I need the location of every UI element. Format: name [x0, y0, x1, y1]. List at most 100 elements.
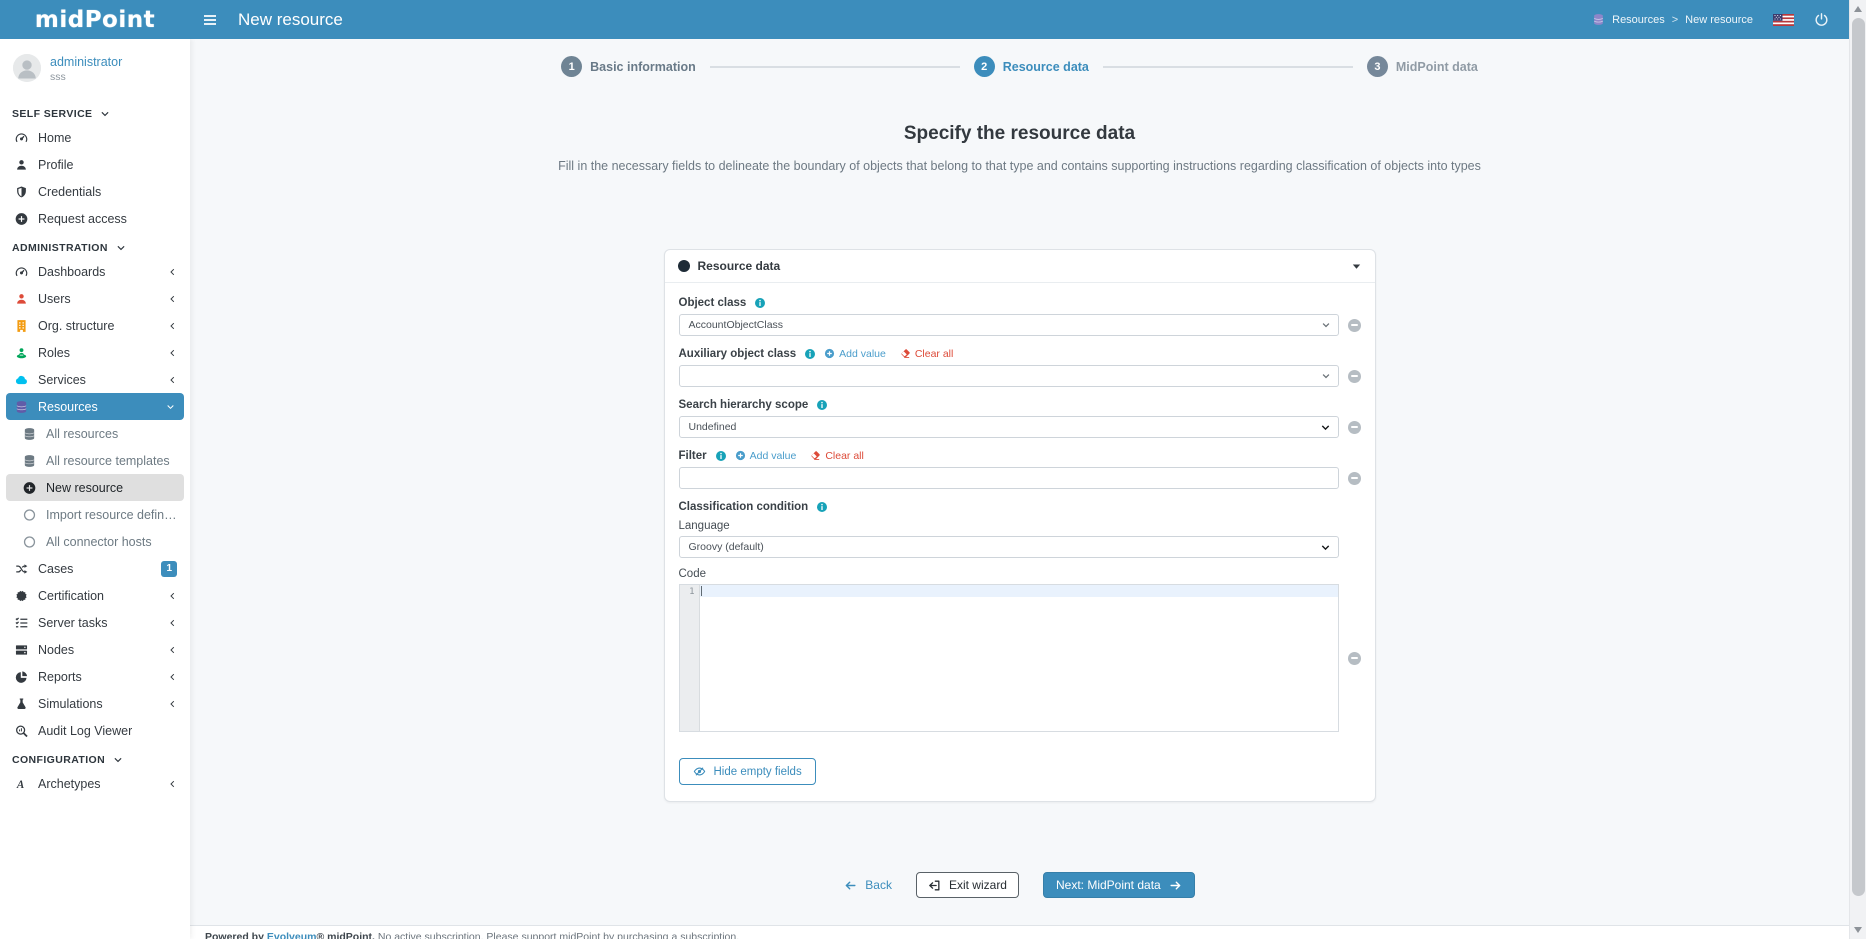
sidebar-item-server-tasks[interactable]: Server tasks — [0, 609, 190, 636]
sidebar-item-resources[interactable]: Resources — [6, 393, 184, 420]
sidebar-item-archetypes[interactable]: AArchetypes — [0, 770, 190, 797]
sidebar-item-all-connector-hosts[interactable]: All connector hosts — [0, 528, 190, 555]
sidebar-item-request-access[interactable]: Request access — [0, 205, 190, 232]
plus-circle-icon — [824, 348, 835, 359]
hide-empty-fields-button[interactable]: Hide empty fields — [679, 758, 816, 785]
auxiliary-object-class-select[interactable] — [679, 365, 1339, 387]
chevron-left-icon — [168, 618, 177, 628]
user-name-link[interactable]: administrator — [50, 55, 122, 69]
text-cursor — [701, 586, 702, 596]
sidebar-item-nodes[interactable]: Nodes — [0, 636, 190, 663]
remove-value-button[interactable] — [1348, 652, 1361, 665]
avatar[interactable] — [13, 54, 41, 82]
sidebar-menu: SELF SERVICEHomeProfileCredentialsReques… — [0, 98, 190, 797]
sidebar-item-roles[interactable]: Roles — [0, 339, 190, 366]
sidebar-item-all-resources[interactable]: All resources — [0, 420, 190, 447]
user-icon — [14, 158, 29, 172]
wizard-navigation: Back Exit wizard Next: MidPoint data — [190, 872, 1849, 898]
exit-wizard-button[interactable]: Exit wizard — [916, 872, 1019, 898]
shuffle-icon — [14, 562, 29, 576]
sidebar-item-home[interactable]: Home — [0, 124, 190, 151]
chevron-left-icon — [168, 645, 177, 655]
add-value-link[interactable]: Add value — [735, 450, 797, 462]
clear-all-link[interactable]: Clear all — [810, 450, 864, 462]
sidebar-item-reports[interactable]: Reports — [0, 663, 190, 690]
code-editor[interactable]: 1 — [679, 584, 1339, 732]
step-2-circle: 2 — [974, 56, 995, 77]
sidebar-item-new-resource[interactable]: New resource — [6, 474, 184, 501]
filter-input[interactable] — [679, 467, 1339, 489]
info-icon[interactable] — [754, 297, 766, 309]
remove-value-button[interactable] — [1348, 472, 1361, 485]
object-class-label: Object class — [679, 297, 747, 309]
scroll-down-arrow[interactable] — [1854, 927, 1862, 933]
sidebar-item-audit-log-viewer[interactable]: Audit Log Viewer — [0, 717, 190, 744]
scrollbar-thumb[interactable] — [1852, 18, 1865, 896]
sidebar-toggle-button[interactable] — [190, 0, 230, 39]
field-object-class: Object class AccountObjectClass — [679, 295, 1361, 336]
sidebar-item-all-resource-templates[interactable]: All resource templates — [0, 447, 190, 474]
gauge-icon — [14, 265, 29, 279]
sidebar-item-users[interactable]: Users — [0, 285, 190, 312]
sidebar-item-profile[interactable]: Profile — [0, 151, 190, 178]
sidebar-item-dashboards[interactable]: Dashboards — [0, 258, 190, 285]
scroll-up-arrow[interactable] — [1854, 6, 1862, 12]
wizard-step-basic-information[interactable]: 1 Basic information — [561, 56, 696, 77]
locale-flag-button[interactable] — [1773, 14, 1794, 26]
sidebar-item-org-structure[interactable]: Org. structure — [0, 312, 190, 339]
flask-icon — [14, 697, 29, 711]
chevron-left-icon — [168, 321, 177, 331]
shield-icon — [14, 185, 29, 199]
sidebar-section-configuration[interactable]: CONFIGURATION — [0, 744, 190, 770]
search-hierarchy-scope-select[interactable]: Undefined — [679, 416, 1339, 438]
chevron-left-icon — [168, 699, 177, 709]
eraser-icon — [810, 450, 821, 461]
cases-badge: 1 — [161, 561, 177, 577]
filter-label: Filter — [679, 450, 707, 462]
midpoint-logo[interactable]: midPoint — [0, 7, 190, 33]
archetype-icon: A — [14, 777, 29, 791]
logout-icon[interactable] — [1814, 12, 1829, 27]
breadcrumb-resources[interactable]: Resources — [1612, 14, 1665, 26]
code-area[interactable] — [700, 585, 1338, 731]
info-icon[interactable] — [816, 501, 828, 513]
remove-value-button[interactable] — [1348, 370, 1361, 383]
wizard-step-midpoint-data[interactable]: 3 MidPoint data — [1367, 56, 1478, 77]
sidebar-item-services[interactable]: Services — [0, 366, 190, 393]
wizard-step-resource-data[interactable]: 2 Resource data — [974, 56, 1089, 77]
sidebar-item-simulations[interactable]: Simulations — [0, 690, 190, 717]
chevron-down-icon — [1320, 542, 1331, 553]
sidebar-item-certification[interactable]: Certification — [0, 582, 190, 609]
chevron-down-icon — [1321, 371, 1331, 381]
field-search-hierarchy-scope: Search hierarchy scope Undefined — [679, 397, 1361, 438]
remove-value-button[interactable] — [1348, 319, 1361, 332]
sidebar-section-administration[interactable]: ADMINISTRATION — [0, 232, 190, 258]
arrow-left-icon — [844, 879, 857, 892]
info-icon[interactable] — [816, 399, 828, 411]
main-content: 1 Basic information 2 Resource data 3 Mi… — [190, 39, 1849, 939]
evolveum-link[interactable]: Evolveum — [267, 931, 317, 939]
server-icon — [14, 643, 29, 657]
add-value-link[interactable]: Add value — [824, 348, 886, 360]
sidebar-item-credentials[interactable]: Credentials — [0, 178, 190, 205]
card-header[interactable]: Resource data — [665, 250, 1375, 283]
remove-value-button[interactable] — [1348, 421, 1361, 434]
building-icon — [14, 319, 29, 333]
sidebar-item-cases[interactable]: Cases1 — [0, 555, 190, 582]
plus-circle-icon — [22, 481, 37, 495]
user-icon — [14, 292, 29, 306]
next-midpoint-data-button[interactable]: Next: MidPoint data — [1043, 872, 1195, 898]
user-description: sss — [50, 71, 122, 83]
info-icon[interactable] — [804, 348, 816, 360]
clear-all-link[interactable]: Clear all — [900, 348, 954, 360]
collapse-caret-icon[interactable] — [1351, 261, 1362, 272]
back-button[interactable]: Back — [844, 878, 892, 892]
scrollbar[interactable] — [1849, 0, 1866, 939]
object-class-select[interactable]: AccountObjectClass — [679, 314, 1339, 336]
language-select[interactable]: Groovy (default) — [679, 536, 1339, 558]
user-panel: administrator sss — [0, 39, 190, 94]
card-title: Resource data — [698, 259, 781, 273]
sidebar-item-import-resource-definit[interactable]: Import resource definit... — [0, 501, 190, 528]
info-icon[interactable] — [715, 450, 727, 462]
sidebar-section-self-service[interactable]: SELF SERVICE — [0, 98, 190, 124]
